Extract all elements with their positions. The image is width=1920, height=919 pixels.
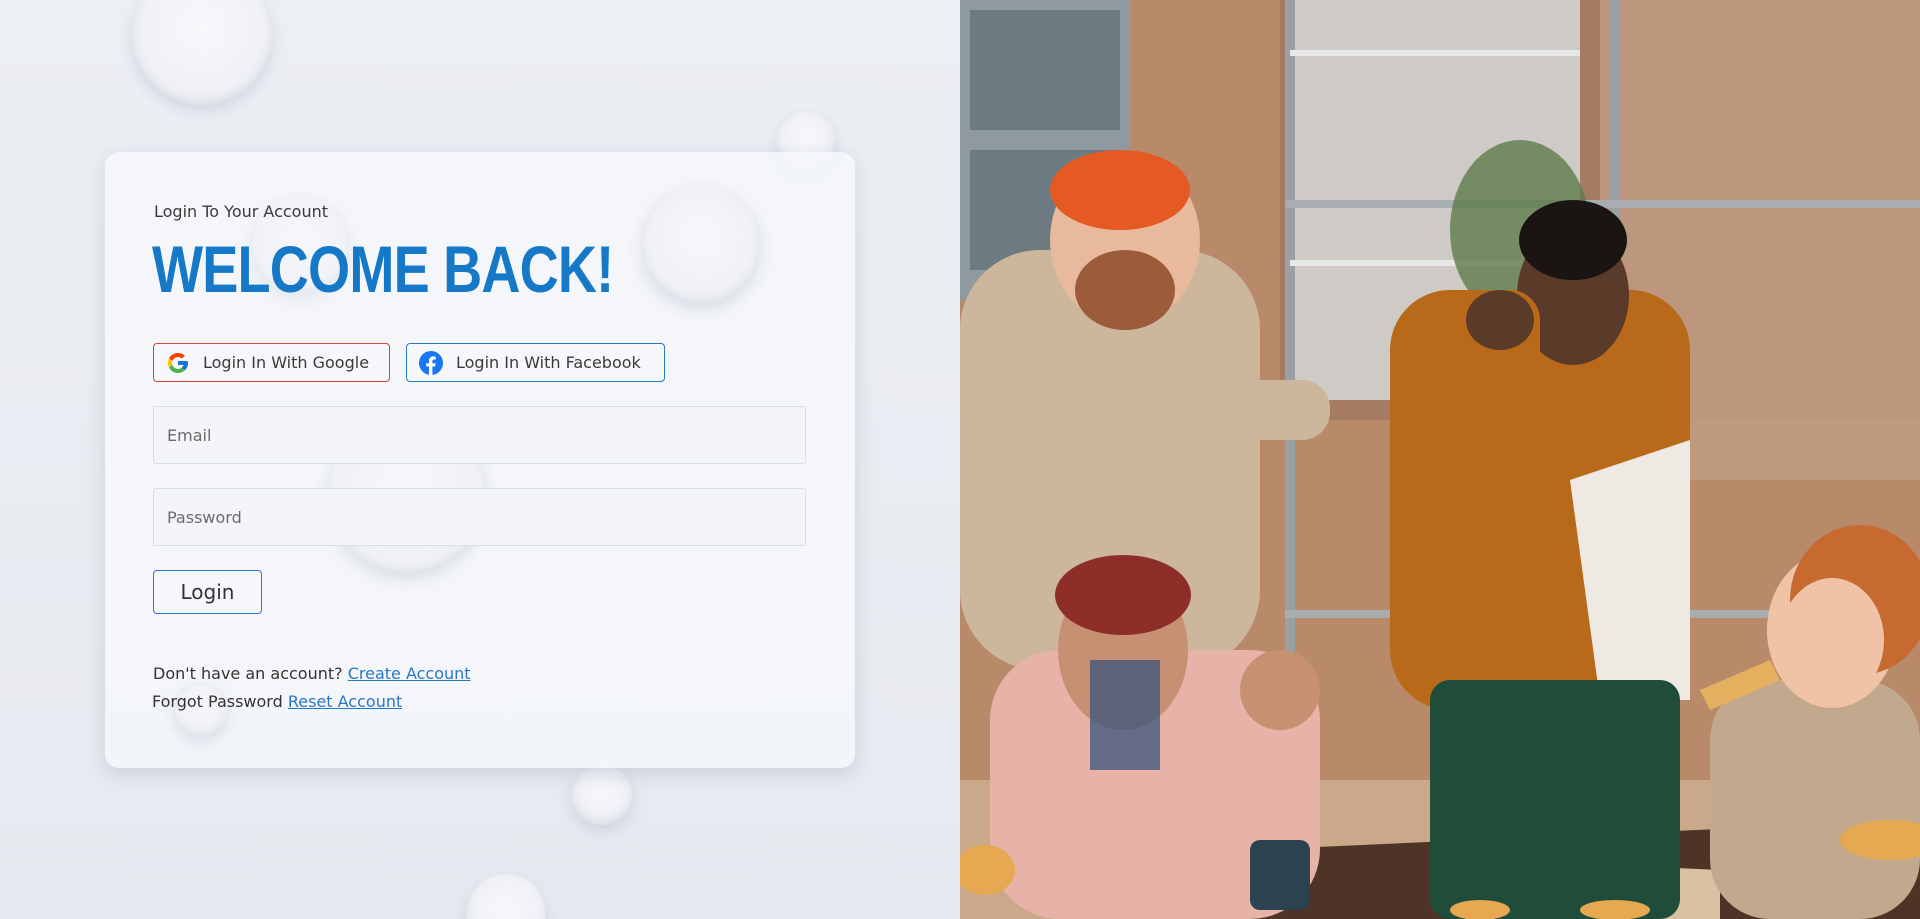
- login-button[interactable]: Login: [153, 570, 262, 614]
- google-login-button[interactable]: Login In With Google: [153, 343, 390, 382]
- google-icon: [166, 351, 190, 375]
- facebook-icon: [419, 350, 443, 375]
- decorative-bubble: [572, 765, 632, 825]
- decorative-bubble: [132, 0, 272, 105]
- create-account-link[interactable]: Create Account: [348, 664, 471, 683]
- signup-prompt: Don't have an account?: [153, 664, 343, 683]
- hero-photo: [960, 0, 1920, 919]
- forgot-prompt: Forgot Password: [152, 692, 283, 711]
- page-title: WELCOME BACK!: [152, 232, 614, 306]
- google-login-label: Login In With Google: [203, 353, 370, 372]
- login-card: Login To Your Account WELCOME BACK! Logi…: [105, 152, 855, 768]
- login-panel: Login To Your Account WELCOME BACK! Logi…: [0, 0, 960, 919]
- forgot-row: Forgot Password Reset Account: [152, 692, 402, 711]
- password-field[interactable]: [153, 488, 806, 546]
- signup-row: Don't have an account? Create Account: [153, 664, 471, 683]
- decorative-bubble: [641, 184, 761, 304]
- facebook-login-label: Login In With Facebook: [456, 353, 641, 372]
- hero-illustration: [960, 0, 1920, 919]
- email-field[interactable]: [153, 406, 806, 464]
- facebook-login-button[interactable]: Login In With Facebook: [406, 343, 665, 382]
- login-subtitle: Login To Your Account: [154, 202, 329, 221]
- decorative-bubble: [466, 874, 546, 919]
- reset-account-link[interactable]: Reset Account: [288, 692, 402, 711]
